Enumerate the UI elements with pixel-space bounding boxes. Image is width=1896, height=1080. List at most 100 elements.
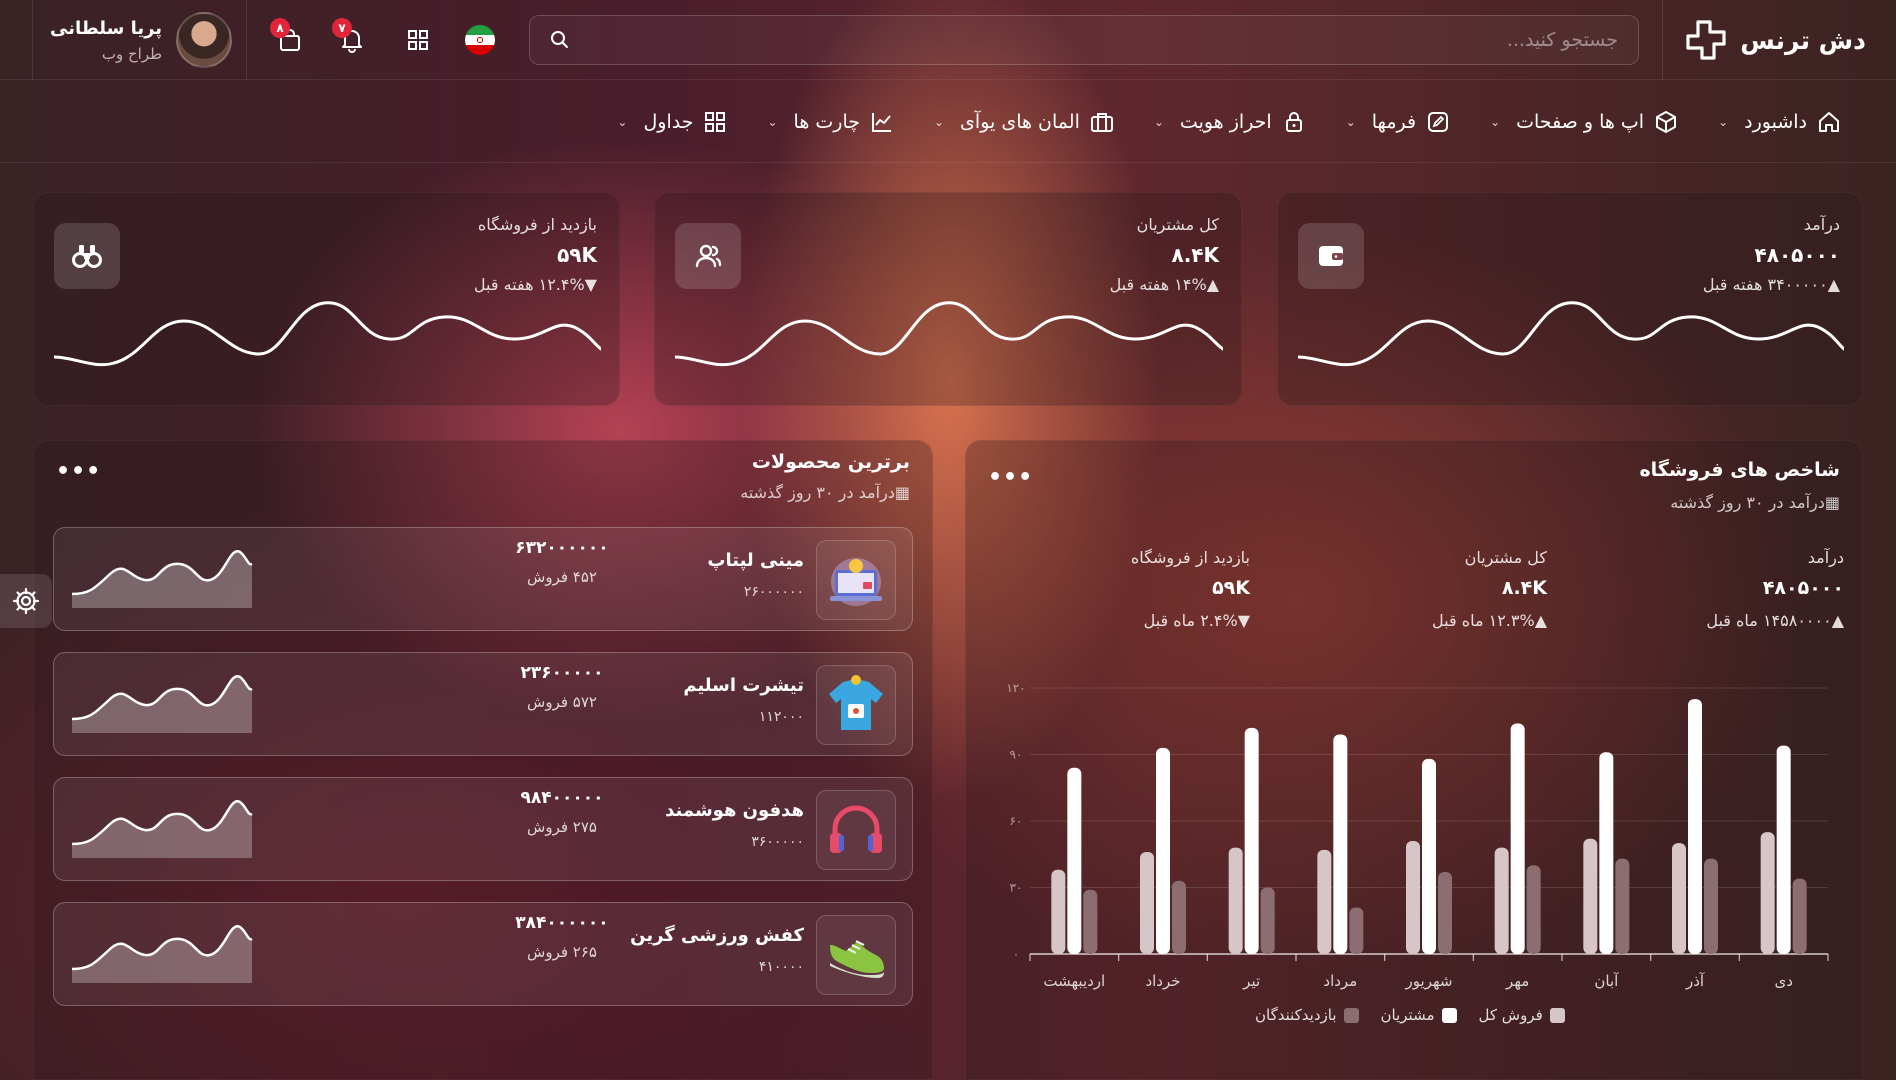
product-sparkline: [71, 675, 253, 733]
chart-bar: [1349, 907, 1364, 954]
chart-bar: [1067, 767, 1082, 954]
chart-bar: [1688, 699, 1702, 954]
language-flag-icon[interactable]: [462, 22, 498, 58]
settings-button[interactable]: [0, 574, 52, 628]
y-tick-label: ۳۰: [1010, 881, 1023, 895]
x-tick-label: شهریور: [1405, 972, 1453, 990]
x-tick-label: تیر: [1242, 972, 1260, 990]
y-tick-label: ۰: [1013, 947, 1019, 961]
users-icon: [695, 244, 722, 268]
kpi-value: ۸.۴K: [1501, 577, 1547, 599]
stat-value: ۵۹K: [557, 243, 597, 267]
chart-bar: [1704, 858, 1718, 954]
y-tick-label: ۱۲۰: [1006, 681, 1025, 695]
x-tick-label: مهر: [1505, 972, 1529, 990]
chart-bar: [1172, 880, 1186, 954]
legend-item[interactable]: بازدیدکنندگان: [1255, 1006, 1359, 1024]
menu-item-forms[interactable]: فرمها ⌄: [1346, 110, 1450, 134]
stat-card-customers: کل مشتریان ۸.۴K ▲۱۴% هفته قبل: [654, 192, 1242, 406]
stat-value: ۸.۴K: [1171, 243, 1219, 267]
chart-bar: [1494, 847, 1509, 954]
main-menu: داشبورد ⌄ اپ ها و صفحات ⌄ فرمها ⌄ احراز …: [617, 81, 1841, 163]
more-options-button[interactable]: •••: [988, 465, 1033, 490]
avatar: [176, 12, 233, 68]
chart-bar: [1333, 734, 1348, 954]
apps-grid-icon[interactable]: [400, 22, 436, 58]
x-tick-label: آبان: [1594, 972, 1619, 990]
stat-change: ▲۱۴% هفته قبل: [1109, 275, 1219, 294]
menu-item-auth[interactable]: احراز هویت ⌄: [1154, 110, 1306, 134]
stat-label: کل مشتریان: [1136, 215, 1219, 234]
search-bar[interactable]: [529, 15, 1639, 65]
chart-bar: [1156, 747, 1170, 954]
chart-bar: [1792, 878, 1807, 954]
trend-down-icon: ▼: [1237, 611, 1250, 630]
panel-title: برترین محصولات: [751, 451, 910, 473]
divider: [32, 0, 33, 80]
product-price: ۴۱۰۰۰۰: [758, 959, 804, 975]
notification-button[interactable]: ۷: [332, 18, 370, 58]
chart-bar: [1317, 849, 1332, 954]
product-total: ۳۸۴۰۰۰۰۰۰: [515, 913, 609, 933]
menu-item-ui-elements[interactable]: المان های یوآی ⌄: [934, 110, 1114, 134]
product-price: ۲۶۰۰۰۰۰۰: [743, 584, 804, 600]
product-name: تیشرت اسلیم: [683, 675, 804, 696]
edit-icon: [1428, 112, 1449, 132]
kpi-store-visits: بازدید از فروشگاه ۵۹K ▼۲.۴% ماه قبل: [1131, 548, 1250, 630]
menu-item-dashboard[interactable]: داشبورد ⌄: [1718, 110, 1841, 134]
chevron-down-icon: ⌄: [933, 115, 945, 129]
chevron-down-icon: ⌄: [1153, 115, 1164, 129]
x-tick-label: اردیبهشت: [1043, 972, 1105, 990]
stat-sparkline: [1298, 301, 1844, 367]
menu-item-label: جداول: [643, 111, 694, 133]
legend-item[interactable]: فروش کل: [1479, 1006, 1565, 1024]
stat-icon-box: [1298, 223, 1364, 289]
chart-bar: [1526, 865, 1541, 954]
menu-item-apps[interactable]: اپ ها و صفحات ⌄: [1490, 110, 1678, 134]
divider: [246, 0, 247, 80]
trend-up-icon: ▲: [1831, 611, 1844, 630]
laptop-icon: [816, 540, 896, 620]
brand[interactable]: دش ترنس: [1684, 18, 1866, 62]
product-row[interactable]: کفش ورزشی گرین ۴۱۰۰۰۰ ۳۸۴۰۰۰۰۰۰ ۲۶۵ فروش: [53, 902, 913, 1006]
chevron-down-icon: ⌄: [1345, 115, 1356, 129]
menu-item-tables[interactable]: جداول ⌄: [617, 110, 727, 134]
menu-item-charts[interactable]: چارت ها ⌄: [767, 110, 894, 134]
kpi-change: ▼۲.۴% ماه قبل: [1143, 611, 1250, 630]
store-bar-chart: ۰ ۳۰ ۶۰ ۹۰ ۱۲۰ اردیبهشت خرداد تیر مرداد شهریور مهر…: [1006, 681, 1829, 990]
more-options-button[interactable]: •••: [56, 459, 101, 484]
chart-legend: فروش کل مشتریان بازدیدکنندگان: [1255, 1006, 1565, 1024]
search-icon: [551, 31, 568, 48]
user-profile[interactable]: پریا سلطانی طراح وب: [50, 12, 233, 68]
legend-swatch: [1343, 1007, 1359, 1023]
chart-bar: [1406, 840, 1420, 954]
chart-bar: [1422, 758, 1436, 954]
stat-label: درآمد: [1803, 215, 1840, 234]
x-tick-label: دی: [1774, 972, 1792, 990]
kpi-revenue: درآمد ۴۸۰۵۰۰۰ ▲۱۴۵۸۰۰۰۰ ماه قبل: [1706, 548, 1844, 630]
product-row[interactable]: مینی لپتاپ ۲۶۰۰۰۰۰۰ ۶۳۲۰۰۰۰۰۰ ۴۵۲ فروش: [53, 527, 913, 631]
legend-label: بازدیدکنندگان: [1255, 1006, 1337, 1024]
stat-sparkline: [675, 301, 1223, 367]
chevron-down-icon: ⌄: [1718, 115, 1729, 129]
search-input[interactable]: [570, 29, 1618, 51]
stat-card-revenue: درآمد ۴۸۰۵۰۰۰ ▲۳۴۰۰۰۰۰ هفته قبل: [1277, 192, 1863, 406]
product-price: ۱۱۲۰۰۰: [758, 709, 804, 725]
briefcase-icon: [1090, 113, 1113, 132]
kpi-value: ۵۹K: [1212, 577, 1250, 599]
home-icon: [1819, 112, 1839, 132]
product-row[interactable]: تیشرت اسلیم ۱۱۲۰۰۰ ۲۳۶۰۰۰۰۰ ۵۷۲ فروش: [53, 652, 913, 756]
menu-item-label: اپ ها و صفحات: [1516, 111, 1645, 133]
menu-item-label: المان های یوآی: [960, 111, 1080, 133]
wallet-icon: [1319, 246, 1343, 266]
cube-icon: [1656, 111, 1677, 133]
chart-bar: [1051, 869, 1066, 954]
y-tick-label: ۶۰: [1010, 814, 1023, 828]
legend-item[interactable]: مشتریان: [1381, 1006, 1457, 1024]
notification-badge: ۷: [332, 18, 352, 38]
cart-badge: ۸: [270, 18, 290, 38]
product-sales: ۴۵۲ فروش: [527, 568, 597, 586]
top-bar: دش ترنس جستجو کنید... ۷ ۸ پریا سلطانی طر…: [0, 0, 1896, 80]
cart-button[interactable]: ۸: [270, 18, 308, 58]
product-row[interactable]: هدفون هوشمند ۳۶۰۰۰۰۰ ۹۸۴۰۰۰۰۰ ۲۷۵ فروش: [53, 777, 913, 881]
